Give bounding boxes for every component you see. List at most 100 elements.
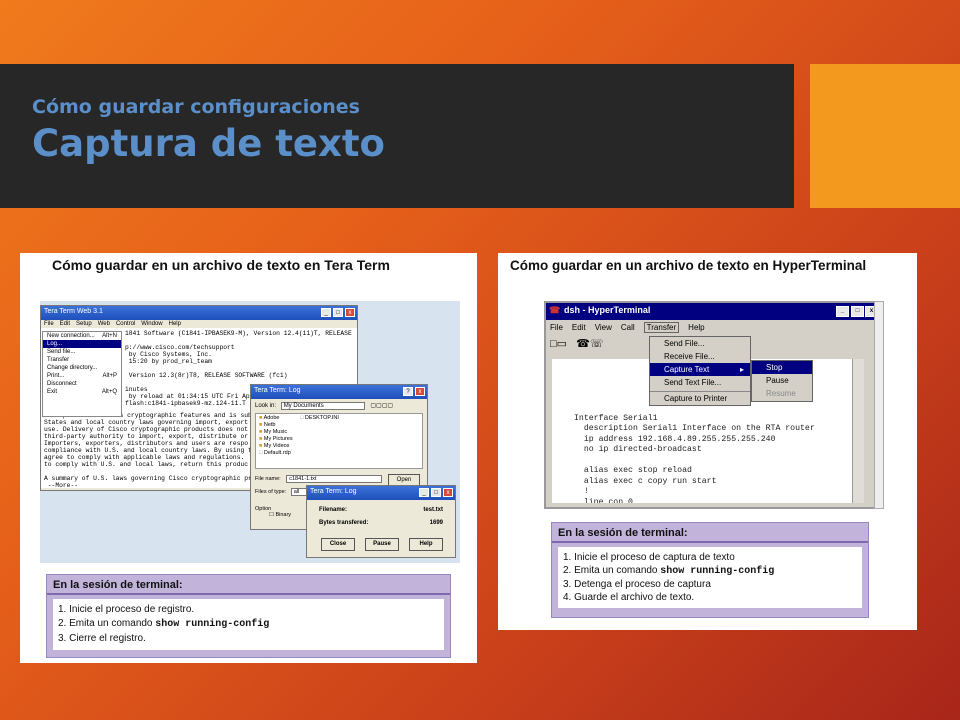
menu-item-log[interactable]: Log... [43,340,121,348]
menu-item-disconnect[interactable]: Disconnect [43,380,121,388]
file-name-input[interactable]: c1841-1.txt [286,475,383,483]
menu-setup[interactable]: Setup [76,321,92,327]
step-command: show running-config [155,619,270,630]
submenu-arrow-icon: ▸ [739,365,744,374]
folder-toolbar-icons[interactable]: ▢▢▢▢ [370,403,393,409]
folder-my-videos[interactable]: ■ My Videos [259,443,419,450]
transfer-menu: Send File... Receive File... Capture Tex… [649,336,751,406]
new-icon[interactable]: □ [550,338,557,350]
session-heading: En la sesión de terminal: [552,523,868,543]
folder-icon: ■ [259,436,263,442]
open-icon[interactable]: ▭ [557,338,567,350]
menu-item-resume: Resume [766,389,796,398]
maximize-icon[interactable]: □ [333,308,343,317]
menu-item-new-connection[interactable]: New connection... Alt+N [43,332,121,340]
menu-item-capture-to-printer[interactable]: Capture to Printer [650,391,750,405]
menu-call[interactable]: Call [621,323,635,332]
menu-edit[interactable]: Edit [60,321,70,327]
file-name-row: File name: c1841-1.txt [255,475,383,483]
look-in-label: Look in: [255,403,277,409]
option-group: Option ☐ Binary [255,506,291,518]
maximize-icon[interactable]: □ [431,488,441,497]
menu-item-send-file[interactable]: Send File... [650,337,750,350]
look-in-row: Look in: My Documents ▢▢▢▢ [255,402,393,410]
menu-transfer[interactable]: Transfer [643,322,680,333]
log-status-dialog: Tera Term: Log _ □ x Filename: test.txt … [306,485,456,558]
minimize-icon[interactable]: _ [836,306,849,317]
menu-item-pause[interactable]: Pause [752,374,812,387]
menu-item-change-directory[interactable]: Change directory... [43,364,121,372]
slide-subtitle: Cómo guardar configuraciones [32,96,360,118]
step-3: 3. Detenga el proceso de captura [563,579,711,590]
maximize-icon[interactable]: □ [851,306,864,317]
step-4: 4. Guarde el archivo de texto. [563,592,695,603]
outer-scrollbar[interactable] [874,301,884,509]
close-icon[interactable]: x [415,387,425,396]
menu-item-transfer[interactable]: Transfer [43,356,121,364]
session-steps: 1. Inicie el proceso de registro. 2. Emi… [53,599,444,650]
folder-icon: ■ [259,415,263,421]
file-type-label: Files of type: [255,489,287,495]
hyperterminal-window-title: dsh - HyperTerminal [564,305,651,315]
accent-block [810,64,960,208]
file-default-rdp[interactable]: □ Default.rdp [259,450,419,457]
status-filename-value: test.txt [423,507,443,513]
session-heading: En la sesión de terminal: [47,575,450,595]
menu-file[interactable]: File [44,321,54,327]
help-button[interactable]: Help [409,538,443,551]
folder-icon: ■ [259,429,263,435]
folder-icon: ■ [259,422,263,428]
hyperterminal-app-icon: ☎ [549,305,561,315]
menu-item-receive-file[interactable]: Receive File... [650,350,750,363]
menu-help[interactable]: Help [688,323,704,332]
look-in-select[interactable]: My Documents [280,402,365,410]
folder-netb[interactable]: ■ Netb [259,422,419,429]
teraterm-titlebar: Tera Term Web 3.1 _ □ x [41,306,357,320]
step-2: 2. Emita un comando show running-config [563,565,775,577]
close-button[interactable]: Close [321,538,355,551]
close-icon[interactable]: x [345,308,355,317]
menu-item-stop[interactable]: Stop [752,361,812,374]
minimize-icon[interactable]: _ [321,308,331,317]
folder-adobe[interactable]: ■ Adobe [259,415,419,422]
teraterm-file-menu: New connection... Alt+N Log... Send file.… [42,331,122,417]
hyperterminal-figure: Cómo guardar en un archivo de texto en H… [498,253,917,630]
status-dialog-titlebar: Tera Term: Log _ □ x [307,486,455,500]
folder-my-pictures[interactable]: ■ My Pictures [259,436,419,443]
disconnect-icon[interactable]: ☏ [590,338,604,350]
menu-item-send-text-file[interactable]: Send Text File... [650,376,750,389]
menu-item-print[interactable]: Print... Alt+P [43,372,121,380]
menu-control[interactable]: Control [116,321,135,327]
menu-item-capture-text[interactable]: Capture Text ▸ [650,363,750,376]
help-icon[interactable]: ? [403,387,413,396]
binary-checkbox[interactable]: ☐ Binary [269,512,291,518]
menu-view[interactable]: View [595,323,612,332]
call-icon[interactable]: ☎ [576,338,590,350]
menu-web[interactable]: Web [98,321,110,327]
file-list[interactable]: ■ Adobe ■ Netb ■ My Music ■ My Pictures … [255,413,423,469]
menu-file[interactable]: File [550,323,563,332]
close-icon[interactable]: x [443,488,453,497]
menu-window[interactable]: Window [141,321,162,327]
file-desktop-ini[interactable]: □ DESKTOP.INI [300,415,339,422]
menu-item-exit[interactable]: Exit Alt+Q [43,388,121,396]
checkbox-icon: ☐ [269,512,274,518]
menu-item-send-file[interactable]: Send file... [43,348,121,356]
step-1: 1. Inicie el proceso de registro. [58,604,195,615]
session-steps: 1. Inicie el proceso de captura de texto… [558,547,862,608]
menu-edit[interactable]: Edit [572,323,586,332]
teraterm-menubar: File Edit Setup Web Control Window Help [41,320,357,328]
file-icon: □ [259,450,263,456]
step-command: show running-config [660,566,775,577]
vertical-scrollbar[interactable] [852,359,864,503]
folder-my-music[interactable]: ■ My Music [259,429,419,436]
minimize-icon[interactable]: _ [419,488,429,497]
pause-button[interactable]: Pause [365,538,399,551]
status-bytes-label: Bytes transfered: [319,520,369,526]
file-name-label: File name: [255,476,281,482]
log-dialog-titlebar: Tera Term: Log ? x [251,385,427,399]
step-2: 2. Emita un comando show running-config [58,618,270,630]
menu-help[interactable]: Help [169,321,181,327]
step-3: 3. Cierre el registro. [58,633,146,644]
hyperterminal-menubar: File Edit View Call Transfer Help [546,320,880,335]
